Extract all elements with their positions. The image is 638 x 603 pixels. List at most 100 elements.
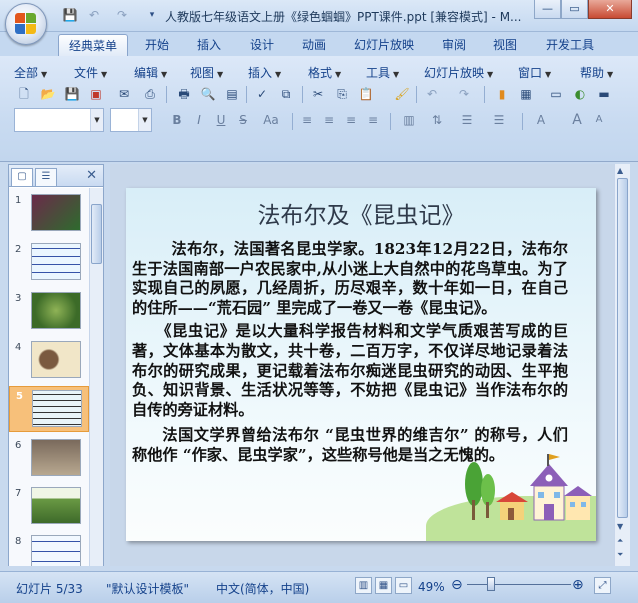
cut-icon[interactable]: ✂ <box>308 84 328 104</box>
zoom-level[interactable]: 49% <box>418 580 445 594</box>
outline-tab[interactable]: ☰ <box>35 168 57 186</box>
scrollbar-thumb[interactable] <box>91 204 102 264</box>
font-size-combo[interactable]: ▼ <box>110 108 152 132</box>
tab-design[interactable]: 设计 <box>240 34 284 56</box>
bold-button[interactable]: B <box>168 111 186 129</box>
underline-button[interactable]: U <box>212 111 230 129</box>
align-right-icon[interactable]: ≡ <box>342 111 360 129</box>
publish-icon[interactable]: ⎙ <box>140 84 160 104</box>
menu-view[interactable]: 视图 ▼ <box>186 64 227 84</box>
permission-icon[interactable]: ▣ <box>86 84 106 104</box>
undo-icon[interactable]: ↶ <box>84 6 104 24</box>
menu-tools[interactable]: 工具 ▼ <box>362 64 403 84</box>
font-color-icon[interactable]: A <box>532 111 550 129</box>
email-icon[interactable]: ✉ <box>114 84 134 104</box>
redo-icon[interactable]: ↷ <box>112 6 132 24</box>
align-left-icon[interactable]: ≡ <box>298 111 316 129</box>
formatting-toolbar: ▼ ▼ B I U S Aa ≡ ≡ ≡ ≡ ▥ ⇅ ☰ ☰ A A A <box>14 107 634 135</box>
slide-thumb-6[interactable]: 6 <box>9 436 89 482</box>
tab-view[interactable]: 视图 <box>483 34 527 56</box>
tab-home[interactable]: 开始 <box>135 34 179 56</box>
menu-help[interactable]: 帮助 ▼ <box>576 64 617 84</box>
menu-insert[interactable]: 插入 ▼ <box>244 64 285 84</box>
tab-review[interactable]: 审阅 <box>432 34 476 56</box>
columns-icon[interactable]: ▥ <box>400 111 418 129</box>
customize-quick-access-icon[interactable]: ▾ <box>142 6 162 24</box>
slide-thumb-4[interactable]: 4 <box>9 338 89 384</box>
shrink-font-icon[interactable]: A <box>590 111 608 129</box>
scrollbar-thumb[interactable] <box>617 178 628 518</box>
color-grayscale-icon[interactable]: ◐ <box>570 84 590 104</box>
previous-slide-icon[interactable]: ⏶ <box>617 536 623 546</box>
slide-sorter-icon[interactable]: ▦ <box>375 577 392 594</box>
change-case-button[interactable]: Aa <box>258 111 284 129</box>
grow-font-icon[interactable]: A <box>568 111 586 129</box>
next-slide-icon[interactable]: ⏷ <box>617 550 623 560</box>
maximize-button[interactable]: ▭ <box>561 0 588 19</box>
italic-button[interactable]: I <box>190 111 208 129</box>
spelling-icon[interactable]: ▤ <box>222 84 242 104</box>
office-button[interactable] <box>5 3 47 45</box>
undo-icon[interactable]: ↶ <box>422 84 442 104</box>
close-button[interactable]: ✕ <box>588 0 632 19</box>
tab-classic-menu[interactable]: 经典菜单 <box>58 34 129 56</box>
slide-scrollbar[interactable]: ▲ ▼ ⏶ ⏷ <box>614 164 630 566</box>
normal-view-icon[interactable]: ▥ <box>355 577 372 594</box>
slide-thumb-1[interactable]: 1 <box>9 191 89 237</box>
tab-insert[interactable]: 插入 <box>187 34 231 56</box>
numbering-icon[interactable]: ☰ <box>458 111 476 129</box>
redo-icon[interactable]: ↷ <box>454 84 474 104</box>
menu-all[interactable]: 全部 ▼ <box>10 64 51 84</box>
zoom-slider-thumb[interactable] <box>487 577 495 591</box>
research-icon[interactable]: ✓ <box>252 84 272 104</box>
print-icon[interactable]: 🖶 <box>174 84 194 104</box>
current-slide[interactable]: 法布尔及《昆虫记》 法布尔，法国著名昆虫学家。1823年12月22日，法布尔生于… <box>126 188 596 541</box>
copy-icon[interactable]: ⎘ <box>332 84 352 104</box>
print-preview-icon[interactable]: 🔍 <box>198 84 218 104</box>
zoom-box-icon[interactable]: ▬ <box>594 84 614 104</box>
menu-edit[interactable]: 编辑 ▼ <box>130 64 171 84</box>
slide-body[interactable]: 法布尔，法国著名昆虫学家。1823年12月22日，法布尔生于法国南部一户农民家中… <box>132 240 568 470</box>
menu-slideshow[interactable]: 幻灯片放映 ▼ <box>420 64 497 84</box>
text-direction-icon[interactable]: ⇅ <box>428 111 446 129</box>
open-icon[interactable]: 📂 <box>38 84 58 104</box>
tab-animation[interactable]: 动画 <box>292 34 336 56</box>
minimize-button[interactable]: — <box>534 0 561 19</box>
insert-chart-icon[interactable]: ▮ <box>492 84 512 104</box>
new-icon[interactable]: 🗋 <box>14 84 34 104</box>
slide-thumb-7[interactable]: 7 <box>9 484 89 530</box>
slideshow-view-icon[interactable]: ▭ <box>395 577 412 594</box>
slide-title[interactable]: 法布尔及《昆虫记》 <box>126 196 596 230</box>
slide-thumb-8[interactable]: 8 <box>9 532 89 566</box>
save-icon[interactable]: 💾 <box>62 84 82 104</box>
zoom-out-icon[interactable]: ⊖ <box>451 577 463 593</box>
slide-thumb-2[interactable]: 2 <box>9 240 89 286</box>
tab-developer[interactable]: 开发工具 <box>536 34 604 56</box>
format-painter-icon[interactable]: 🖌 <box>392 84 412 104</box>
close-icon[interactable]: ✕ <box>86 168 97 183</box>
menu-file[interactable]: 文件 ▼ <box>70 64 111 84</box>
zoom-in-icon[interactable]: ⊕ <box>572 577 584 593</box>
bullets-icon[interactable]: ☰ <box>490 111 508 129</box>
scroll-down-icon[interactable]: ▼ <box>617 522 623 531</box>
menu-format[interactable]: 格式 ▼ <box>304 64 345 84</box>
paste-icon[interactable]: 📋 <box>356 84 376 104</box>
thumbnail-scrollbar[interactable] <box>89 188 103 566</box>
save-icon[interactable]: 💾 <box>60 6 80 24</box>
slides-tab[interactable]: ▢ <box>11 168 33 186</box>
show-formatting-icon[interactable]: ▭ <box>546 84 566 104</box>
slide-thumb-3[interactable]: 3 <box>9 289 89 335</box>
menu-slideshow-label: 幻灯片放映 <box>424 66 485 80</box>
zoom-slider-track[interactable] <box>467 584 571 585</box>
strikethrough-button[interactable]: S <box>234 111 252 129</box>
justify-icon[interactable]: ≡ <box>364 111 382 129</box>
fit-to-window-icon[interactable]: ⤢ <box>594 577 611 594</box>
insert-table-icon[interactable]: ▦ <box>516 84 536 104</box>
align-center-icon[interactable]: ≡ <box>320 111 338 129</box>
scroll-up-icon[interactable]: ▲ <box>617 166 623 175</box>
font-name-combo[interactable]: ▼ <box>14 108 104 132</box>
menu-window[interactable]: 窗口 ▼ <box>514 64 555 84</box>
thesaurus-icon[interactable]: ⧉ <box>276 84 296 104</box>
slide-thumb-5[interactable]: 5 <box>9 386 89 432</box>
tab-slideshow[interactable]: 幻灯片放映 <box>344 34 424 56</box>
